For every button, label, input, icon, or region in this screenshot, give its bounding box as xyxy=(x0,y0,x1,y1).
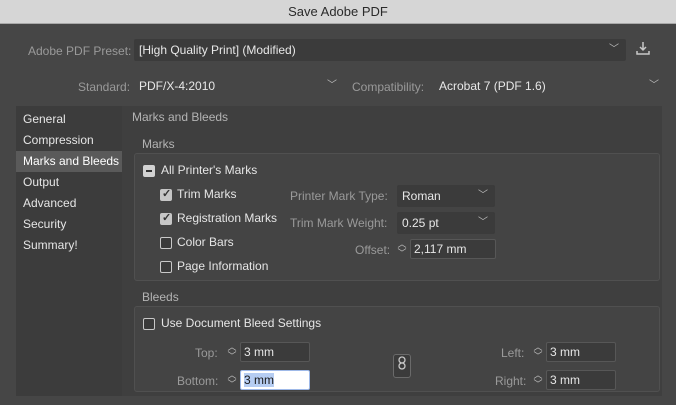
printer-mark-type-select[interactable]: Roman ﹀ xyxy=(397,185,495,207)
trim-marks-checkbox[interactable] xyxy=(160,187,172,201)
bleed-right-input[interactable]: 3 mm xyxy=(546,370,616,390)
standard-label: Standard: xyxy=(78,80,131,94)
bleeds-group-title: Bleeds xyxy=(142,290,179,304)
bleed-right-value: 3 mm xyxy=(550,373,580,387)
bleed-bottom-stepper-icon[interactable]: ︿ ﹀ xyxy=(227,371,237,389)
preset-select[interactable]: [High Quality Print] (Modified) ﹀ xyxy=(134,39,626,61)
chevron-down-icon: ﹀ xyxy=(478,217,488,228)
dialog-body: Adobe PDF Preset: [High Quality Print] (… xyxy=(0,24,676,405)
chevron-down-icon: ﹀ xyxy=(327,80,337,91)
registration-marks-checkbox[interactable] xyxy=(160,211,172,225)
registration-marks-label: Registration Marks xyxy=(177,211,278,225)
color-bars-checkbox[interactable] xyxy=(160,237,172,249)
trim-mark-weight-select[interactable]: 0.25 pt ﹀ xyxy=(397,212,495,234)
category-sidebar: General Compression Marks and Bleeds Out… xyxy=(16,106,122,396)
printer-mark-type-label: Printer Mark Type: xyxy=(290,189,388,203)
bleed-top-input[interactable]: 3 mm xyxy=(240,342,310,362)
trim-mark-weight-value: 0.25 pt xyxy=(402,216,439,230)
bleeds-group: Use Document Bleed Settings Top: ︿ ﹀ 3 mm… xyxy=(134,306,660,392)
sidebar-item-general[interactable]: General xyxy=(16,109,122,130)
offset-stepper-icon[interactable]: ︿ ﹀ xyxy=(397,240,407,258)
bleed-left-label: Left: xyxy=(501,346,525,360)
marks-and-bleeds-panel: Marks and Bleeds Marks All Printer's Mar… xyxy=(122,106,662,396)
bleed-top-label: Top: xyxy=(195,346,218,360)
bleed-bottom-value: 3 mm xyxy=(244,373,274,387)
compatibility-select[interactable]: Acrobat 7 (PDF 1.6) ﹀ xyxy=(434,75,666,97)
color-bars-label: Color Bars xyxy=(177,235,234,249)
bleed-bottom-input[interactable]: 3 mm xyxy=(240,370,310,390)
panel-title: Marks and Bleeds xyxy=(132,110,229,124)
marks-group: All Printer's Marks Trim Marks Registrat… xyxy=(134,153,660,281)
window-title-bar: Save Adobe PDF xyxy=(0,0,676,24)
chevron-down-icon: ﹀ xyxy=(609,44,619,55)
sidebar-item-compression[interactable]: Compression xyxy=(16,130,122,151)
window-title: Save Adobe PDF xyxy=(288,4,388,19)
bleed-left-stepper-icon[interactable]: ︿ ﹀ xyxy=(533,343,543,361)
chevron-down-icon: ﹀ xyxy=(478,190,488,201)
use-document-bleed-checkbox[interactable] xyxy=(143,318,155,330)
page-information-label: Page Information xyxy=(177,259,269,273)
bleed-right-stepper-icon[interactable]: ︿ ﹀ xyxy=(533,371,543,389)
use-document-bleed-label: Use Document Bleed Settings xyxy=(161,316,322,330)
offset-value: 2,117 mm xyxy=(414,242,467,256)
trim-marks-label: Trim Marks xyxy=(177,187,237,201)
bleed-top-stepper-icon[interactable]: ︿ ﹀ xyxy=(227,343,237,361)
chevron-down-icon: ﹀ xyxy=(649,80,659,91)
bleed-bottom-label: Bottom: xyxy=(177,374,219,388)
marks-group-title: Marks xyxy=(142,137,175,151)
bleed-right-label: Right: xyxy=(495,374,527,388)
compatibility-value: Acrobat 7 (PDF 1.6) xyxy=(439,79,546,93)
sidebar-item-summary[interactable]: Summary! xyxy=(16,235,122,256)
offset-input[interactable]: 2,117 mm xyxy=(410,239,496,259)
bleed-left-input[interactable]: 3 mm xyxy=(546,342,616,362)
download-icon xyxy=(636,42,650,55)
save-preset-icon[interactable] xyxy=(632,40,654,62)
standard-select[interactable]: PDF/X-4:2010 ﹀ xyxy=(134,75,344,97)
sidebar-item-output[interactable]: Output xyxy=(16,172,122,193)
sidebar-item-marks-and-bleeds[interactable]: Marks and Bleeds xyxy=(16,151,122,172)
all-printers-marks-label: All Printer's Marks xyxy=(161,163,258,177)
all-printers-marks-checkbox[interactable] xyxy=(143,165,155,177)
page-information-checkbox[interactable] xyxy=(160,261,172,273)
bleed-left-value: 3 mm xyxy=(550,345,580,359)
offset-label: Offset: xyxy=(355,243,391,257)
printer-mark-type-value: Roman xyxy=(402,189,441,203)
preset-label: Adobe PDF Preset: xyxy=(28,44,132,58)
compatibility-label: Compatibility: xyxy=(352,80,425,94)
sidebar-item-advanced[interactable]: Advanced xyxy=(16,193,122,214)
preset-value: [High Quality Print] (Modified) xyxy=(139,43,296,57)
trim-mark-weight-label: Trim Mark Weight: xyxy=(290,216,388,230)
chain-link-icon[interactable] xyxy=(393,354,411,378)
standard-value: PDF/X-4:2010 xyxy=(139,79,216,93)
link-chain-icon xyxy=(398,356,406,370)
sidebar-item-security[interactable]: Security xyxy=(16,214,122,235)
bleed-top-value: 3 mm xyxy=(244,345,274,359)
